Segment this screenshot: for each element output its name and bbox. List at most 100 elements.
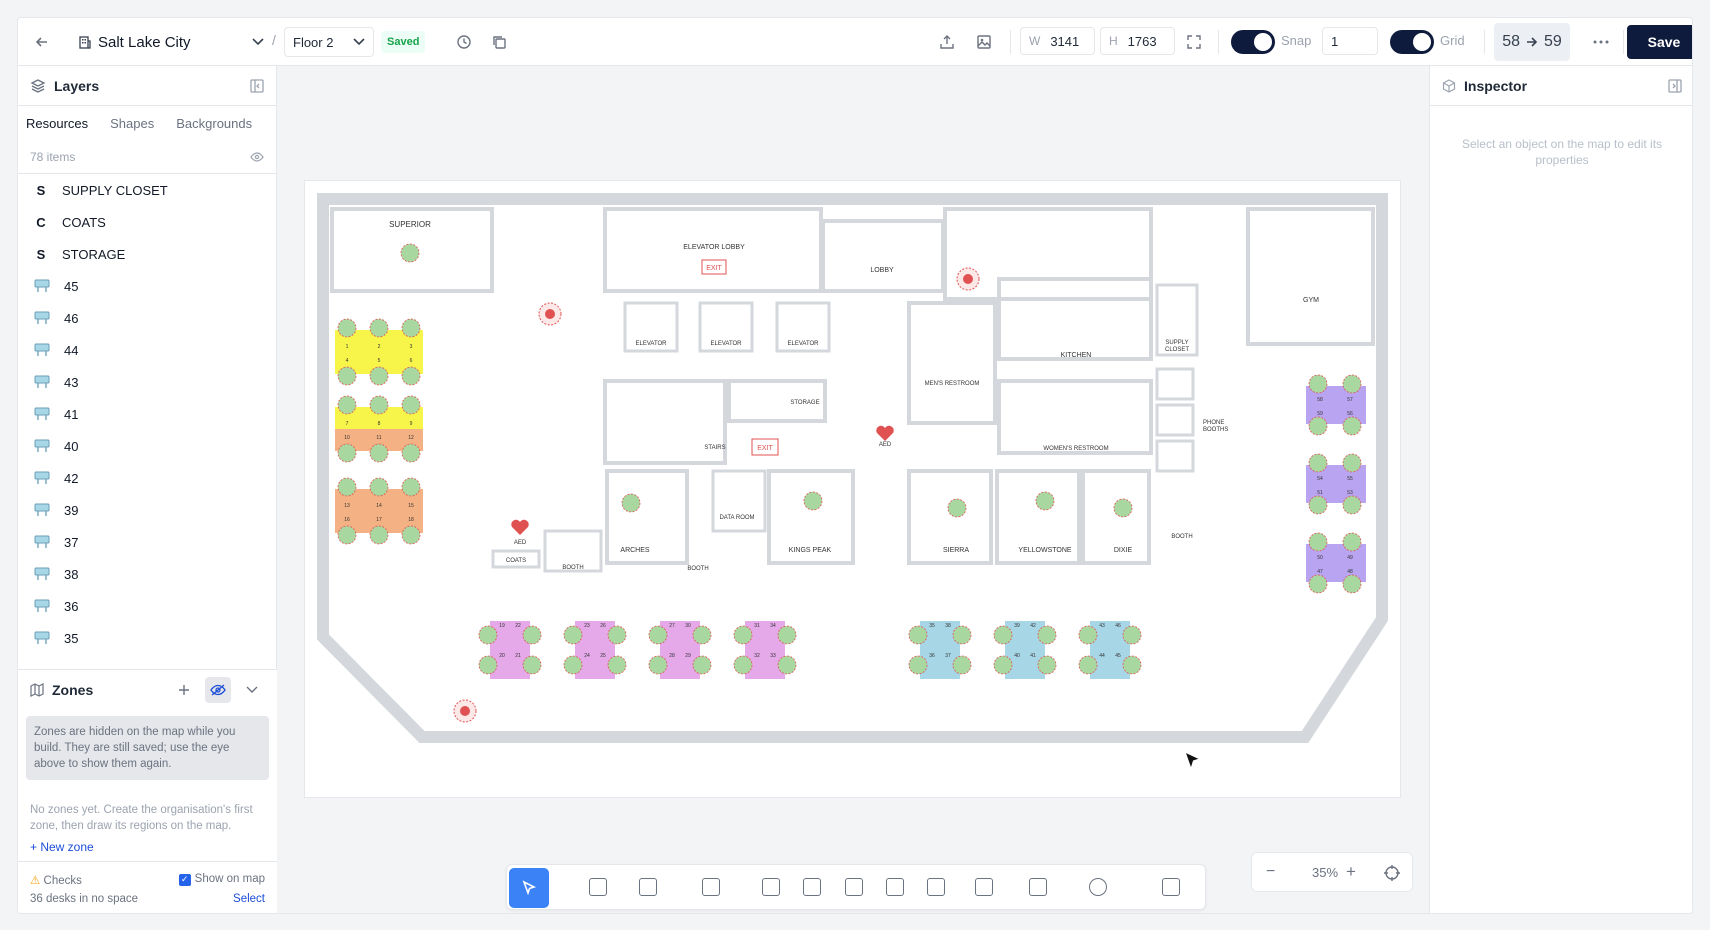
seat[interactable] [607,655,627,675]
seat[interactable] [1308,374,1328,394]
seat[interactable] [401,318,421,338]
pen-curve-icon[interactable] [702,878,720,896]
seat[interactable] [337,395,357,415]
seat[interactable] [337,525,357,545]
seat[interactable] [401,366,421,386]
collapse-panel-icon[interactable] [250,78,264,93]
snap-value-input[interactable]: 1 [1322,27,1378,55]
table-grid-icon[interactable] [845,878,863,896]
list-item[interactable]: 43 [18,366,276,398]
pan-hand-icon[interactable] [589,878,607,896]
more-icon[interactable] [1590,31,1612,53]
seat[interactable] [337,366,357,386]
seat[interactable] [369,525,389,545]
add-zone-icon[interactable] [171,677,197,703]
seat[interactable] [1342,374,1362,394]
seat[interactable] [478,655,498,675]
list-item[interactable]: 36 [18,590,276,622]
seat[interactable] [947,498,967,518]
seat[interactable] [908,625,928,645]
show-on-map-checkbox[interactable]: ✓ Show on map [178,873,265,886]
cluster-icon[interactable] [975,878,993,896]
seat[interactable] [1122,625,1142,645]
seat[interactable] [369,443,389,463]
seat[interactable] [1113,498,1133,518]
seat[interactable] [1342,574,1362,594]
floor-plan-sheet[interactable]: SUPERIOR ELEVATOR LOBBY EXIT LOBBY GYM E… [305,181,1400,797]
seat[interactable] [1037,625,1057,645]
desk-pod[interactable] [490,621,530,679]
seat[interactable] [369,366,389,386]
seat[interactable] [401,395,421,415]
select-tool-button[interactable] [509,868,549,908]
seat[interactable] [692,655,712,675]
collapse-panel-icon[interactable] [1668,78,1682,93]
seat[interactable] [1342,416,1362,436]
text-tool-icon[interactable] [886,878,904,896]
back-arrow-icon[interactable] [30,30,54,54]
seat[interactable] [952,625,972,645]
seat[interactable] [1037,655,1057,675]
history-icon[interactable] [453,31,475,53]
desk-pod[interactable] [575,621,615,679]
seat[interactable] [1078,655,1098,675]
seat[interactable] [369,395,389,415]
seat[interactable] [401,477,421,497]
snap-toggle[interactable] [1231,30,1275,54]
list-item[interactable]: 44 [18,334,276,366]
seat[interactable] [733,625,753,645]
room-gym[interactable] [1246,207,1375,346]
seat[interactable] [1308,574,1328,594]
seat[interactable] [648,625,668,645]
zoom-in-button[interactable]: + [1346,862,1356,882]
desk-pod[interactable] [1090,621,1130,679]
room-lobby[interactable] [821,219,945,293]
floor-plan[interactable]: SUPERIOR ELEVATOR LOBBY EXIT LOBBY GYM E… [305,181,1400,797]
seat[interactable] [607,625,627,645]
tab-backgrounds[interactable]: Backgrounds [176,116,252,131]
seat[interactable] [1342,532,1362,552]
rectangle-icon[interactable] [639,878,657,896]
new-zone-button[interactable]: + New zone [30,840,265,854]
seat[interactable] [1122,655,1142,675]
seat[interactable] [369,318,389,338]
seat[interactable] [733,655,753,675]
sort-icon[interactable] [927,878,945,896]
seat[interactable] [1342,453,1362,473]
seat[interactable] [369,477,389,497]
seat[interactable] [993,625,1013,645]
seat[interactable] [621,493,641,513]
seat[interactable] [1342,495,1362,515]
eye-off-icon[interactable] [205,677,231,703]
seat[interactable] [777,655,797,675]
save-button[interactable]: Save [1627,25,1692,59]
grid-toggle[interactable] [1390,30,1434,54]
export-icon[interactable] [936,31,958,53]
desk-pod[interactable] [920,621,960,679]
room-kitchen[interactable] [997,277,1153,361]
ruler-icon[interactable] [762,878,780,896]
image-icon[interactable] [973,31,995,53]
room-mens-restroom[interactable] [907,301,997,425]
width-field[interactable]: W 3141 [1020,27,1095,55]
seat[interactable] [401,443,421,463]
list-item[interactable]: 38 [18,558,276,590]
list-item[interactable]: 35 [18,622,276,654]
seat[interactable] [1308,453,1328,473]
list-item[interactable]: 40 [18,430,276,462]
seat[interactable] [777,625,797,645]
circle-icon[interactable] [1089,878,1107,896]
room-womens-restroom[interactable] [997,379,1153,455]
chevron-down-icon[interactable] [239,677,265,703]
seat[interactable] [1308,495,1328,515]
list-item[interactable]: 45 [18,270,276,302]
seat[interactable] [908,655,928,675]
seat[interactable] [648,655,668,675]
crosshair-icon[interactable] [1384,865,1400,881]
list-item[interactable]: 42 [18,462,276,494]
height-field[interactable]: H 1763 [1100,27,1175,55]
room-data-room[interactable] [711,469,767,533]
seat[interactable] [1035,491,1055,511]
seat[interactable] [337,477,357,497]
list-item[interactable]: 37 [18,526,276,558]
